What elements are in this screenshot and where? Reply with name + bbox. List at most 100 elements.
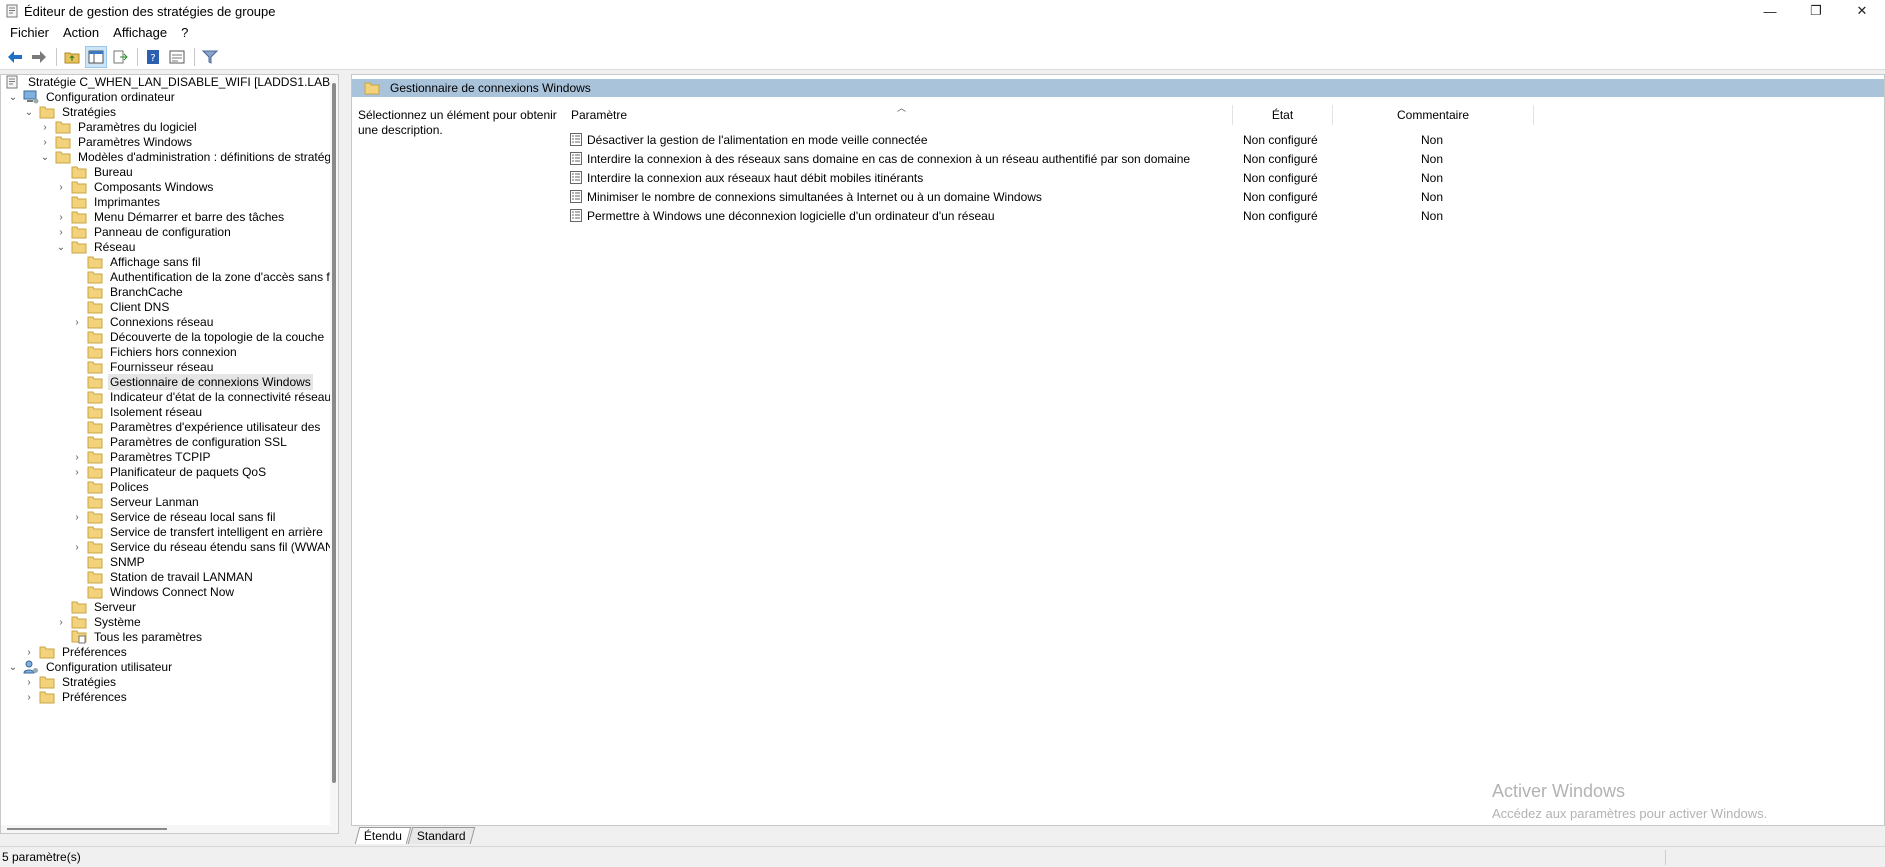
folder-icon (87, 570, 103, 584)
gpo-editor-icon (5, 4, 19, 18)
expand-chevron-icon[interactable]: › (55, 226, 67, 238)
expand-chevron-icon[interactable]: › (71, 541, 83, 553)
title-bar: Éditeur de gestion des stratégies de gro… (0, 0, 1885, 22)
svg-text:?: ? (150, 53, 155, 64)
expand-chevron-icon[interactable]: › (71, 511, 83, 523)
column-header-state-label: État (1271, 108, 1294, 122)
status-divider (1665, 850, 1666, 865)
table-row[interactable]: Interdire la connexion à des réseaux san… (570, 149, 1190, 168)
column-header-state[interactable]: État (1233, 105, 1332, 125)
activation-watermark-title: Activer Windows (1492, 781, 1626, 801)
properties-icon[interactable] (166, 46, 188, 68)
setting-name: Minimiser le nombre de connexions simult… (587, 189, 1042, 204)
folder-icon (87, 300, 103, 314)
column-divider[interactable] (1533, 105, 1534, 125)
collapse-chevron-icon[interactable]: ⌄ (55, 241, 67, 253)
up-folder-icon[interactable] (61, 46, 83, 68)
folder-icon (87, 285, 103, 299)
export-list-icon[interactable] (109, 46, 131, 68)
folder-icon (87, 495, 103, 509)
close-button[interactable]: ✕ (1839, 0, 1885, 22)
expand-chevron-icon[interactable]: › (71, 316, 83, 328)
folder-icon (87, 390, 103, 404)
menu-affichage[interactable]: Affichage (106, 22, 174, 44)
tab-standard[interactable]: Standard (407, 827, 476, 844)
description-text: Sélectionnez un élément pour obtenir une… (358, 108, 557, 137)
column-header-comment[interactable]: Commentaire (1333, 105, 1533, 125)
tab-etendu[interactable]: Étendu (354, 827, 412, 844)
table-row[interactable]: Interdire la connexion aux réseaux haut … (570, 168, 923, 187)
tree-item-label: Préférences (62, 690, 127, 704)
folder-icon (87, 555, 103, 569)
folder-icon (87, 525, 103, 539)
menu-fichier[interactable]: Fichier (3, 22, 56, 44)
filter-icon[interactable] (199, 46, 221, 68)
setting-comment: Non (1421, 133, 1444, 147)
expand-chevron-icon[interactable]: › (39, 121, 51, 133)
expand-chevron-icon[interactable]: › (23, 676, 35, 688)
status-bar: 5 paramètre(s) (0, 846, 1885, 867)
policy-setting-icon (570, 171, 582, 184)
expand-chevron-icon[interactable]: › (39, 136, 51, 148)
menu-action[interactable]: Action (56, 22, 106, 44)
tree-vertical-scrollbar[interactable] (330, 75, 338, 833)
expand-chevron-icon[interactable]: › (71, 451, 83, 463)
folder-icon (71, 180, 87, 194)
menu-bar: Fichier Action Affichage ? (0, 22, 1885, 44)
folder-icon (39, 675, 55, 689)
expand-chevron-icon[interactable]: › (23, 646, 35, 658)
view-tabs: Étendu Standard (351, 826, 1885, 844)
help-icon[interactable]: ? (142, 46, 164, 68)
folder-icon (71, 210, 87, 224)
details-pane: Gestionnaire de connexions Windows Sélec… (351, 74, 1885, 826)
folder-icon (87, 450, 103, 464)
folder-icon (71, 600, 87, 614)
collapse-chevron-icon[interactable]: ⌄ (7, 91, 19, 103)
column-header-setting-label: Paramètre (571, 108, 628, 122)
folder-icon (39, 690, 55, 704)
folder-icon (87, 270, 103, 284)
collapse-chevron-icon[interactable]: ⌄ (7, 661, 19, 673)
folder-icon (71, 225, 87, 239)
restore-button[interactable]: ❐ (1793, 0, 1839, 22)
folder-icon (87, 435, 103, 449)
setting-name: Interdire la connexion à des réseaux san… (587, 151, 1191, 166)
folder-icon (87, 540, 103, 554)
folder-icon (39, 105, 55, 119)
back-arrow-icon[interactable] (4, 46, 26, 68)
collapse-chevron-icon[interactable]: ⌄ (39, 151, 51, 163)
collapse-chevron-icon[interactable]: ⌄ (23, 106, 35, 118)
folder-icon (364, 81, 380, 95)
folder-icon (71, 240, 87, 254)
show-hide-tree-icon[interactable] (85, 45, 107, 68)
menu-help[interactable]: ? (174, 22, 195, 44)
activation-watermark-subtitle: Accédez aux paramètres pour activer Wind… (1492, 806, 1768, 821)
tree-horizontal-scrollbar[interactable] (1, 825, 332, 833)
tab-standard-label: Standard (416, 829, 466, 843)
expand-chevron-icon[interactable]: › (55, 181, 67, 193)
folder-icon (87, 420, 103, 434)
tree-item[interactable]: › Préférences (23, 688, 129, 706)
setting-state: Non configuré (1243, 190, 1318, 204)
expand-chevron-icon[interactable]: › (55, 211, 67, 223)
expand-chevron-icon[interactable]: › (23, 691, 35, 703)
table-row[interactable]: Minimiser le nombre de connexions simult… (570, 187, 1042, 206)
minimize-button[interactable]: — (1747, 0, 1793, 22)
table-row[interactable]: Permettre à Windows une déconnexion logi… (570, 206, 995, 225)
expand-chevron-icon[interactable]: › (55, 616, 67, 628)
expand-chevron-icon[interactable]: › (71, 466, 83, 478)
forward-arrow-icon[interactable] (28, 46, 50, 68)
table-row[interactable]: Désactiver la gestion de l'alimentation … (570, 130, 928, 149)
toolbar-separator (194, 47, 195, 66)
setting-state: Non configuré (1243, 152, 1318, 166)
